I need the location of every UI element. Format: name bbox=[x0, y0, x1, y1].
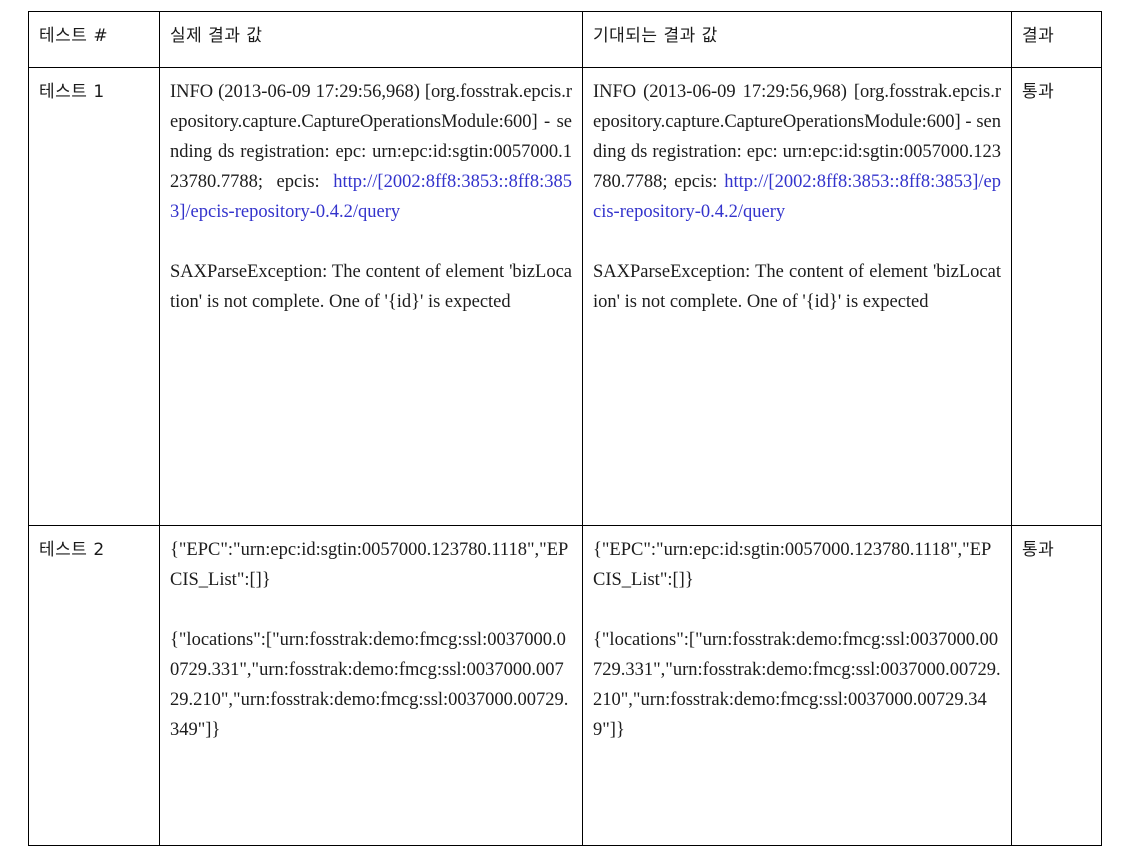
expected-log-block-1: INFO (2013-06-09 17:29:56,968) [org.foss… bbox=[593, 77, 1001, 227]
cell-expected-result-2: {"EPC":"urn:epc:id:sgtin:0057000.123780.… bbox=[582, 525, 1012, 846]
expected-epc-json-block-2: {"EPC":"urn:epc:id:sgtin:0057000.123780.… bbox=[593, 540, 992, 590]
header-label-result: 결과 bbox=[1022, 26, 1055, 46]
test-number-label-2: 테스트 2 bbox=[39, 540, 105, 560]
document-page: 테스트 # 실제 결과 값 기대되는 결과 값 결과 테스트 1 INFO (2… bbox=[0, 0, 1128, 846]
header-cell-actual-result: 실제 결과 값 bbox=[159, 11, 583, 68]
actual-log-block-1: INFO (2013-06-09 17:29:56,968) [org.foss… bbox=[170, 77, 572, 227]
test-results-table: 테스트 # 실제 결과 값 기대되는 결과 값 결과 테스트 1 INFO (2… bbox=[28, 11, 1102, 846]
header-label-test-number: 테스트 # bbox=[39, 26, 109, 46]
cell-actual-result-1: INFO (2013-06-09 17:29:56,968) [org.foss… bbox=[159, 67, 583, 526]
status-badge-1: 통과 bbox=[1022, 82, 1055, 102]
test-number-label-1: 테스트 1 bbox=[39, 82, 105, 102]
status-badge-2: 통과 bbox=[1022, 540, 1055, 560]
table-header-row: 테스트 # 실제 결과 값 기대되는 결과 값 결과 bbox=[28, 11, 1102, 68]
header-cell-test-number: 테스트 # bbox=[28, 11, 160, 68]
cell-result-1: 통과 bbox=[1011, 67, 1102, 526]
actual-epc-json-block-2: {"EPC":"urn:epc:id:sgtin:0057000.123780.… bbox=[170, 540, 569, 590]
cell-expected-result-1: INFO (2013-06-09 17:29:56,968) [org.foss… bbox=[582, 67, 1012, 526]
actual-exception-block-1: SAXParseException: The content of elemen… bbox=[170, 262, 572, 312]
header-cell-result: 결과 bbox=[1011, 11, 1102, 68]
table-row: 테스트 1 INFO (2013-06-09 17:29:56,968) [or… bbox=[28, 67, 1102, 526]
header-label-expected-result: 기대되는 결과 값 bbox=[593, 26, 718, 46]
expected-exception-block-1: SAXParseException: The content of elemen… bbox=[593, 262, 1001, 312]
actual-locations-json-block-2: {"locations":["urn:fosstrak:demo:fmcg:ss… bbox=[170, 630, 569, 740]
cell-test-number-2: 테스트 2 bbox=[28, 525, 160, 846]
header-cell-expected-result: 기대되는 결과 값 bbox=[582, 11, 1012, 68]
table-row: 테스트 2 {"EPC":"urn:epc:id:sgtin:0057000.1… bbox=[28, 525, 1102, 846]
header-label-actual-result: 실제 결과 값 bbox=[170, 26, 263, 46]
cell-test-number-1: 테스트 1 bbox=[28, 67, 160, 526]
cell-actual-result-2: {"EPC":"urn:epc:id:sgtin:0057000.123780.… bbox=[159, 525, 583, 846]
cell-result-2: 통과 bbox=[1011, 525, 1102, 846]
expected-locations-json-block-2: {"locations":["urn:fosstrak:demo:fmcg:ss… bbox=[593, 630, 1001, 740]
